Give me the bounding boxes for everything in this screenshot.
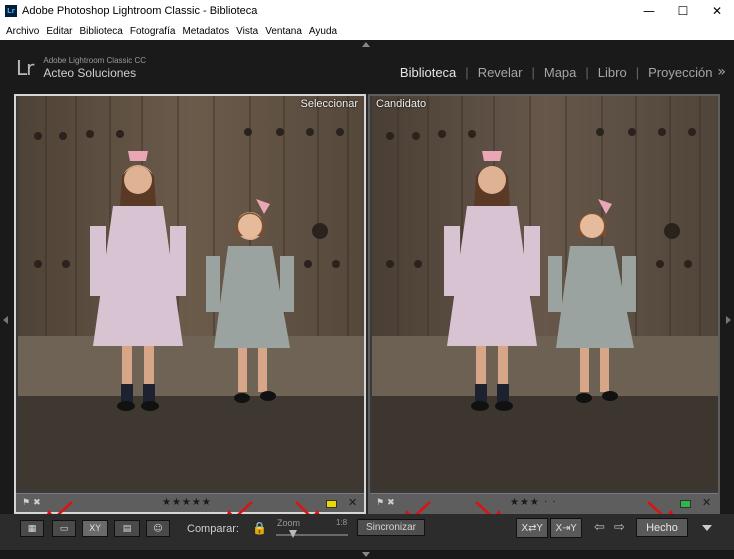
product-name: Adobe Lightroom Classic CC	[43, 56, 147, 65]
sync-button[interactable]: Sincronizar	[357, 519, 425, 536]
bottom-toolbar: ▦ ▭ XY ▤ ☺ Comparar: 🔒 Zoom 1:8 Sincroni…	[0, 514, 734, 550]
menu-metadatos[interactable]: Metadatos	[182, 26, 229, 37]
zoom-slider[interactable]	[276, 534, 348, 536]
lr-logo: Lr	[16, 56, 34, 80]
close-icon: ✕	[711, 4, 723, 18]
compare-view: Seleccionar ⚑ ✖ ★★★★★ ✕ Candidato ⚑ ✖ ★★…	[14, 94, 720, 549]
menu-archivo[interactable]: Archivo	[6, 26, 39, 37]
minimize-icon: —	[643, 4, 655, 18]
left-panel-toggle-icon[interactable]	[3, 316, 8, 324]
top-panel-toggle-icon[interactable]	[362, 42, 370, 47]
identity-plate: Lr Adobe Lightroom Classic CC Acteo Solu…	[0, 48, 146, 88]
menu-biblioteca[interactable]: Biblioteca	[79, 26, 122, 37]
menu-editar[interactable]: Editar	[46, 26, 72, 37]
candidate-photo[interactable]	[372, 96, 718, 490]
candidate-label: Candidato	[376, 98, 427, 110]
loupe-view-icon[interactable]: ▭	[52, 520, 76, 537]
survey-view-icon[interactable]: ▤	[114, 520, 140, 537]
minimize-button[interactable]: —	[632, 0, 666, 22]
module-mapa[interactable]: Mapa	[544, 65, 577, 80]
select-label: Seleccionar	[300, 98, 358, 110]
compare-view-icon[interactable]: XY	[82, 520, 108, 537]
module-picker: Biblioteca | Revelar | Mapa | Libro | Pr…	[399, 64, 726, 80]
maximize-button[interactable]: ☐	[666, 0, 700, 22]
filmstrip-toggle-icon[interactable]	[362, 552, 370, 557]
candidate-pane[interactable]: Candidato ⚑ ✖ ★★★ · · ✕	[368, 94, 720, 514]
window-title: Adobe Photoshop Lightroom Classic - Bibl…	[22, 5, 258, 17]
make-select-icon[interactable]: X⇥Y	[550, 518, 582, 538]
more-modules-icon[interactable]: »	[717, 64, 726, 80]
module-proyeccion[interactable]: Proyección	[648, 65, 712, 80]
lightroom-app: Lr Adobe Lightroom Classic CC Acteo Solu…	[0, 40, 734, 559]
menu-ventana[interactable]: Ventana	[265, 26, 302, 37]
next-photo-icon[interactable]: ⇨	[614, 520, 625, 535]
swap-icon[interactable]: X⇄Y	[516, 518, 548, 538]
menu-vista[interactable]: Vista	[236, 26, 258, 37]
select-photo[interactable]	[18, 96, 364, 490]
zoom-ratio: 1:8	[336, 518, 348, 527]
grid-view-icon[interactable]: ▦	[20, 520, 44, 537]
people-view-icon[interactable]: ☺	[146, 520, 170, 537]
right-panel-toggle-icon[interactable]	[726, 316, 731, 324]
menu-fotografia[interactable]: Fotografía	[130, 26, 176, 37]
title-bar: Lr Adobe Photoshop Lightroom Classic - B…	[0, 0, 734, 22]
zoom-lock-icon[interactable]: 🔒	[252, 521, 267, 535]
toolbar-menu-chevron-down-icon[interactable]	[702, 525, 712, 531]
done-button[interactable]: Hecho	[636, 518, 688, 537]
menu-ayuda[interactable]: Ayuda	[309, 26, 337, 37]
zoom-label: Zoom	[277, 518, 301, 528]
compare-label: Comparar:	[187, 523, 239, 535]
select-pane[interactable]: Seleccionar ⚑ ✖ ★★★★★ ✕	[14, 94, 366, 514]
module-libro[interactable]: Libro	[598, 65, 627, 80]
module-revelar[interactable]: Revelar	[478, 65, 523, 80]
lightroom-app-icon: Lr	[5, 5, 17, 17]
maximize-icon: ☐	[677, 4, 689, 18]
zoom-slider-thumb[interactable]	[289, 530, 297, 538]
identity-name: Acteo Soluciones	[43, 66, 137, 80]
close-button[interactable]: ✕	[700, 0, 734, 22]
previous-photo-icon[interactable]: ⇦	[594, 520, 605, 535]
menu-bar: Archivo Editar Biblioteca Fotografía Met…	[0, 22, 734, 40]
module-biblioteca[interactable]: Biblioteca	[400, 65, 456, 80]
